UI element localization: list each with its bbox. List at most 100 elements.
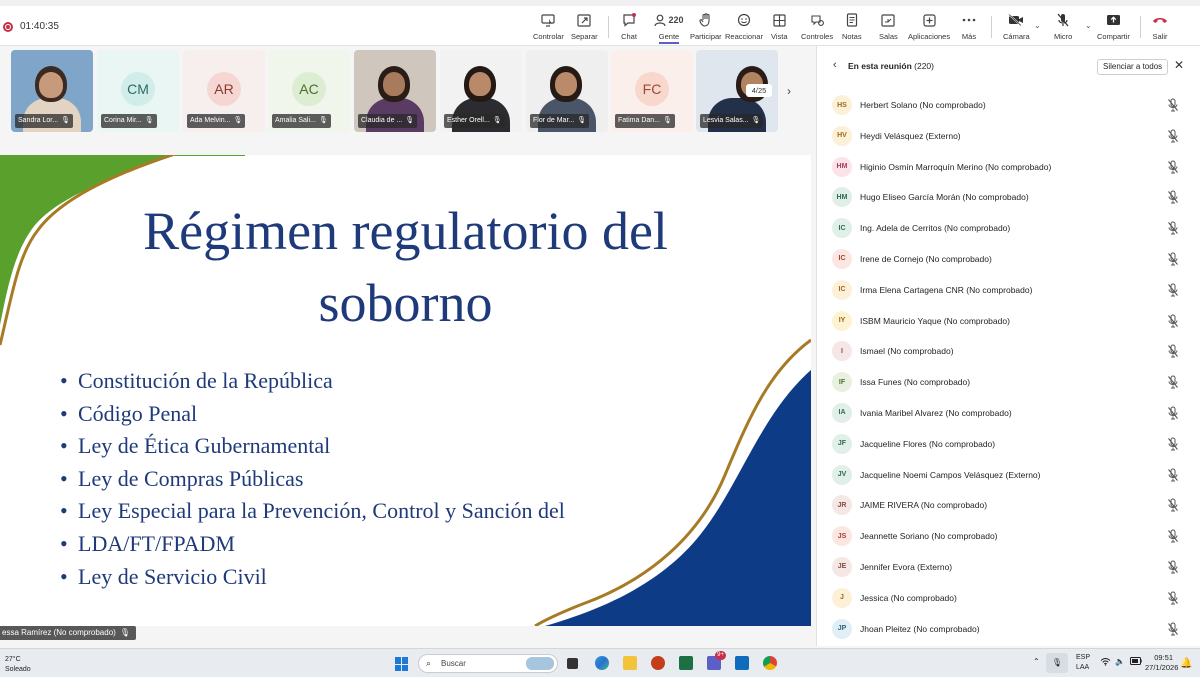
pop-out-button[interactable]: Separar: [571, 12, 598, 44]
participant-tile[interactable]: CM Corina Mir... 🎙: [97, 50, 179, 132]
people-button[interactable]: 220 Gente: [653, 12, 685, 44]
participant-row[interactable]: I Ismael (No comprobado): [817, 336, 1200, 367]
participant-tile[interactable]: Sandra Lor... 🎙: [11, 50, 93, 132]
notification-bell-icon[interactable]: 🔔: [1180, 658, 1192, 669]
slide-bullet: Ley de Servicio Civil: [60, 561, 640, 594]
participant-row[interactable]: HS Herbert Solano (No comprobado): [817, 90, 1200, 121]
people-count: 220: [668, 15, 684, 25]
participant-row[interactable]: HM Hugo Eliseo García Morán (No comprobad…: [817, 182, 1200, 213]
pop-out-icon: [576, 12, 592, 28]
participant-row[interactable]: IY ISBM Mauricio Yaque (No comprobado): [817, 306, 1200, 337]
participant-tile[interactable]: Flor de Mar... 🎙: [526, 50, 608, 132]
muted-mic-icon[interactable]: [1167, 437, 1179, 451]
more-button[interactable]: Más: [961, 12, 977, 44]
muted-mic-icon: 🎙: [751, 117, 761, 124]
participant-row[interactable]: JP Jhoan Pleitez (No comprobado): [817, 614, 1200, 645]
muted-mic-icon[interactable]: [1167, 498, 1179, 512]
muted-mic-icon[interactable]: [1167, 468, 1179, 482]
grid-view-icon: [771, 12, 787, 28]
camera-options-chevron-icon[interactable]: ⌄: [1034, 21, 1041, 30]
muted-mic-icon: 🎙: [61, 117, 70, 124]
mic-button[interactable]: Micro: [1054, 12, 1072, 44]
back-chevron-icon[interactable]: ‹: [833, 59, 837, 71]
close-icon[interactable]: ✕: [1174, 58, 1184, 72]
participant-name: JAIME RIVERA (No comprobado): [860, 500, 988, 511]
share-button[interactable]: Compartir: [1097, 12, 1130, 44]
slide-bullet: Constitución de la República: [60, 365, 640, 398]
muted-mic-icon[interactable]: [1167, 98, 1179, 112]
participant-name-tag: Lesvia Salas... 🎙: [700, 114, 764, 128]
participant-avatar: IC: [832, 218, 852, 239]
participant-tile[interactable]: FC Fatima Dan... 🎙: [611, 50, 693, 132]
participant-row[interactable]: IA Ivania Maribel Alvarez (No comprobado): [817, 398, 1200, 429]
control-button[interactable]: Controlar: [533, 12, 564, 44]
muted-mic-icon[interactable]: [1167, 252, 1179, 266]
participant-row[interactable]: HM Higinio Osmín Marroquín Merino (No com…: [817, 152, 1200, 183]
participant-tile[interactable]: Claudia de ... 🎙: [354, 50, 436, 132]
muted-mic-icon[interactable]: [1167, 129, 1179, 143]
language-indicator[interactable]: ESP LAA: [1076, 653, 1090, 673]
strip-next-chevron-icon[interactable]: ›: [787, 84, 791, 98]
muted-mic-icon[interactable]: [1167, 160, 1179, 174]
muted-mic-icon[interactable]: [1167, 221, 1179, 235]
notes-button[interactable]: Notas: [842, 12, 862, 44]
participant-name: Ismael (No comprobado): [860, 346, 954, 357]
wifi-icon[interactable]: [1100, 657, 1111, 668]
participant-row[interactable]: IC Irma Elena Cartagena CNR (No comprobad…: [817, 275, 1200, 306]
chat-button[interactable]: Chat: [621, 12, 637, 44]
muted-mic-icon[interactable]: [1167, 406, 1179, 420]
participant-name: Jeannette Soriano (No comprobado): [860, 531, 998, 542]
windows-start-icon[interactable]: [395, 657, 409, 671]
raise-hand-button[interactable]: Participar: [690, 12, 722, 44]
edge-icon[interactable]: [595, 656, 609, 670]
muted-mic-icon[interactable]: [1167, 591, 1179, 605]
participant-row[interactable]: IC Irene de Cornejo (No comprobado): [817, 244, 1200, 275]
participant-row[interactable]: IC Ing. Adela de Cerritos (No comprobado): [817, 213, 1200, 244]
participant-row[interactable]: HV Heydi Velásquez (Externo): [817, 121, 1200, 152]
muted-mic-icon[interactable]: [1167, 375, 1179, 389]
muted-mic-icon[interactable]: [1167, 190, 1179, 204]
muted-mic-icon[interactable]: [1167, 314, 1179, 328]
breakout-rooms-button[interactable]: Salas: [879, 12, 898, 44]
muted-mic-icon[interactable]: [1167, 529, 1179, 543]
participant-row[interactable]: JS Jeannette Soriano (No comprobado): [817, 521, 1200, 552]
powerpoint-icon[interactable]: [651, 656, 665, 670]
react-button[interactable]: Reaccionar: [725, 12, 763, 44]
battery-icon[interactable]: [1130, 657, 1142, 667]
taskbar-search-input[interactable]: ⌕ Buscar: [418, 654, 558, 673]
participant-row[interactable]: JF Jacqueline Flores (No comprobado): [817, 429, 1200, 460]
apps-button[interactable]: Aplicaciones: [908, 12, 950, 44]
tray-mic-muted-icon[interactable]: 🎙: [1046, 653, 1068, 673]
mic-options-chevron-icon[interactable]: ⌄: [1085, 21, 1092, 30]
participant-tile[interactable]: AC Amalia Sali... 🎙: [268, 50, 350, 132]
teams-icon[interactable]: 9+: [707, 651, 726, 670]
participant-tile[interactable]: AR Ada Melvin... 🎙: [183, 50, 265, 132]
task-view-icon[interactable]: [567, 658, 578, 669]
leave-button[interactable]: Salir: [1152, 12, 1168, 44]
taskbar-clock[interactable]: 09:51 27/1/2026: [1145, 653, 1178, 673]
participant-tile[interactable]: Esther Orell... 🎙: [440, 50, 522, 132]
muted-mic-icon[interactable]: [1167, 622, 1179, 636]
muted-mic-icon[interactable]: [1167, 283, 1179, 297]
muted-mic-icon: 🎙: [119, 628, 130, 637]
muted-mic-icon[interactable]: [1167, 344, 1179, 358]
participant-name: Irene de Cornejo (No comprobado): [860, 253, 992, 264]
participant-row[interactable]: J Jessica (No comprobado): [817, 583, 1200, 614]
mute-all-button[interactable]: Silenciar a todos: [1097, 59, 1169, 75]
show-hidden-icons-chevron-icon[interactable]: ⌃: [1033, 657, 1040, 666]
weather-widget[interactable]: 27°C Soleado: [5, 655, 31, 675]
outlook-icon[interactable]: [735, 656, 749, 670]
participant-row[interactable]: JE Jennifer Evora (Externo): [817, 552, 1200, 583]
view-button[interactable]: Vista: [771, 12, 788, 44]
muted-mic-icon[interactable]: [1167, 560, 1179, 574]
participant-row[interactable]: IF Issa Funes (No comprobado): [817, 367, 1200, 398]
camera-button[interactable]: Cámara: [1003, 12, 1030, 44]
chrome-icon[interactable]: [763, 656, 777, 670]
participant-row[interactable]: JR JAIME RIVERA (No comprobado): [817, 490, 1200, 521]
volume-icon[interactable]: 🔈: [1115, 657, 1125, 666]
file-explorer-icon[interactable]: [623, 656, 637, 670]
excel-icon[interactable]: [679, 656, 693, 670]
controls-button[interactable]: Controles: [801, 12, 833, 44]
meeting-timer: 01:40:35: [20, 21, 59, 32]
participant-row[interactable]: JV Jacqueline Noemi Campos Velásquez (Ext…: [817, 460, 1200, 491]
